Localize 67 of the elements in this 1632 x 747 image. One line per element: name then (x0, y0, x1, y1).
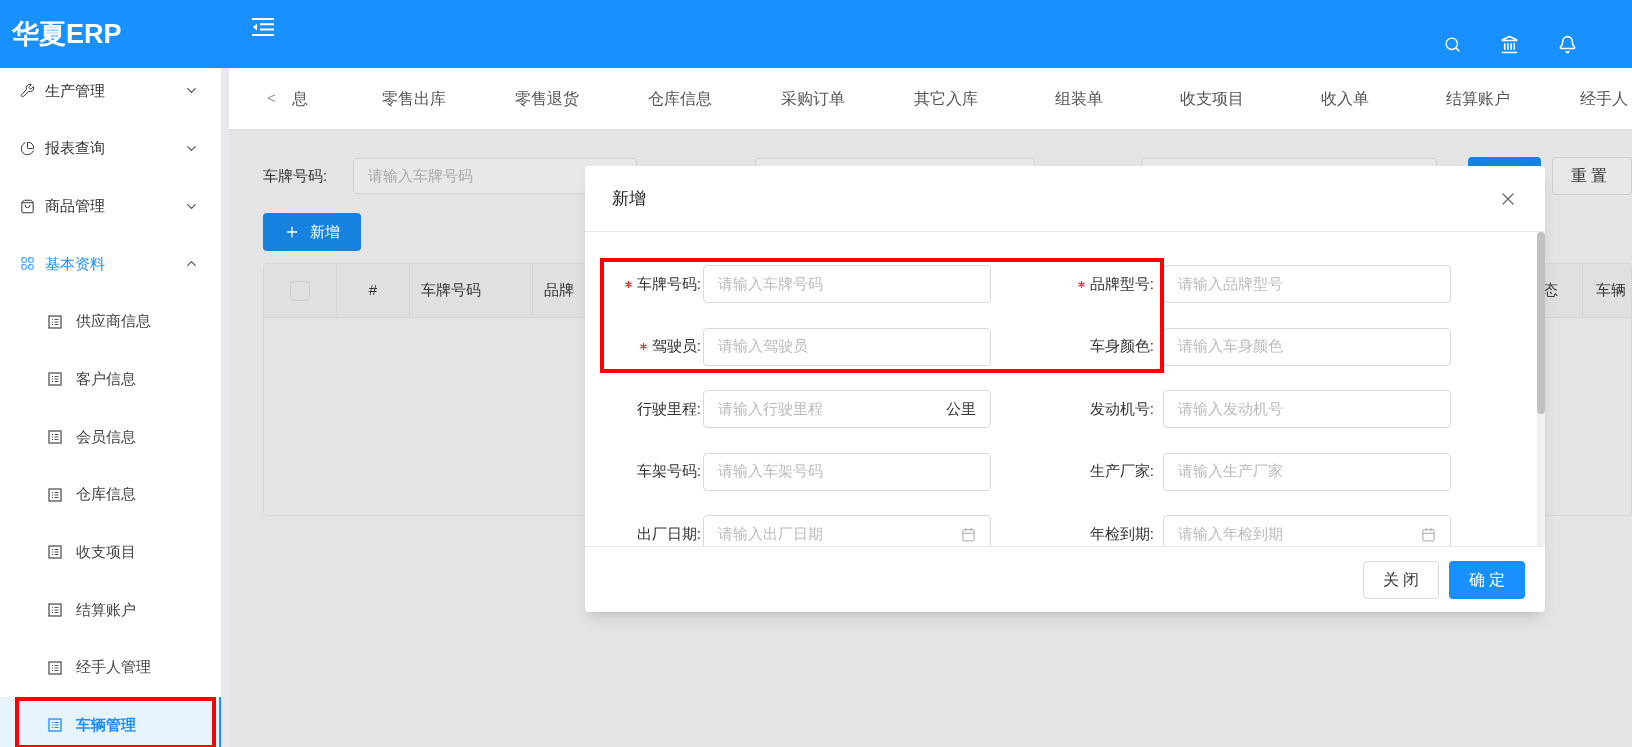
field-label: 行驶里程: (636, 398, 701, 419)
tab[interactable]: 结算账户 (1411, 86, 1545, 111)
input-field[interactable]: 请输入行驶里程 公里 (703, 390, 991, 428)
search-icon[interactable] (1444, 35, 1461, 53)
list-icon (48, 718, 62, 733)
list-icon (48, 429, 62, 444)
field-label: 生产厂家: (1089, 461, 1154, 482)
sidebar-group[interactable]: 商品管理 (0, 177, 221, 236)
sidebar-item[interactable]: 结算账户 (0, 581, 221, 639)
field-label: 品牌型号: (1089, 273, 1154, 294)
sidebar-group-label: 商品管理 (45, 195, 106, 216)
logo: 华夏ERP (12, 18, 122, 49)
sidebar-item[interactable]: 客户信息 (0, 350, 221, 409)
field-label: 驾驶员: (651, 336, 701, 357)
required-asterisk-icon (1077, 280, 1085, 288)
sidebar-group-label: 生产管理 (45, 80, 106, 101)
column-header: 车辆 (1595, 280, 1627, 301)
tab[interactable]: 收支项目 (1145, 86, 1279, 111)
list-icon (48, 545, 62, 560)
tab[interactable]: 组装单 (1012, 86, 1146, 111)
tab[interactable]: 息 (291, 86, 348, 111)
scrollbar[interactable] (1537, 232, 1545, 546)
list-icon (48, 372, 62, 387)
sidebar-group-icon (20, 83, 35, 99)
menu-fold-icon[interactable] (251, 17, 275, 37)
list-icon (48, 660, 62, 675)
add-button[interactable]: 新增 (263, 213, 361, 251)
sidebar-item[interactable]: 仓库信息 (0, 465, 221, 524)
plus-icon (284, 224, 300, 240)
field-label: 车架号码: (636, 461, 701, 482)
list-icon (48, 314, 62, 329)
sidebar-group-label: 基本资料 (45, 253, 106, 274)
sidebar-group-label: 报表查询 (45, 138, 106, 159)
sidebar-item[interactable]: 会员信息 (0, 408, 221, 466)
sidebar-item[interactable]: 供应商信息 (0, 292, 221, 351)
tab[interactable]: 经手人 (1579, 86, 1628, 111)
column-header: # (337, 264, 410, 317)
tab[interactable]: 零售退货 (480, 86, 614, 111)
bank-icon[interactable] (1500, 34, 1519, 54)
sidebar-group-icon (20, 256, 35, 272)
list-icon (48, 603, 62, 618)
notification-icon[interactable] (1558, 34, 1577, 54)
reset-button[interactable]: 重 置 (1552, 157, 1632, 195)
list-icon (48, 487, 62, 502)
field-label: 年检到期: (1089, 523, 1154, 544)
unit-suffix: 公里 (946, 398, 976, 419)
field-label: 发动机号: (1089, 398, 1154, 419)
sidebar-group-icon (20, 198, 35, 214)
field-label: 出厂日期: (636, 523, 701, 544)
field-label: 车身颜色: (1089, 336, 1154, 357)
sidebar-item[interactable]: 经手人管理 (0, 638, 221, 697)
tab[interactable]: 仓库信息 (613, 86, 747, 111)
tab[interactable]: 其它入库 (879, 86, 1013, 111)
tab[interactable]: 零售出库 (347, 86, 481, 111)
search-label: 车牌号码: (263, 165, 329, 186)
sidebar-group[interactable]: 报表查询 (0, 119, 221, 178)
tab[interactable]: 收入单 (1278, 86, 1412, 111)
sidebar-item[interactable]: 收支项目 (0, 523, 221, 582)
calendar-icon[interactable] (1421, 526, 1436, 542)
sidebar-group-icon (20, 141, 35, 157)
close-button[interactable]: 关 闭 (1363, 560, 1439, 599)
tab[interactable]: 采购订单 (746, 86, 880, 111)
sidebar-group[interactable]: 生产管理 (0, 68, 221, 120)
required-asterisk-icon (639, 343, 647, 350)
calendar-icon[interactable] (961, 526, 976, 542)
column-header: 车牌号码 (410, 264, 533, 317)
required-asterisk-icon (624, 280, 632, 288)
